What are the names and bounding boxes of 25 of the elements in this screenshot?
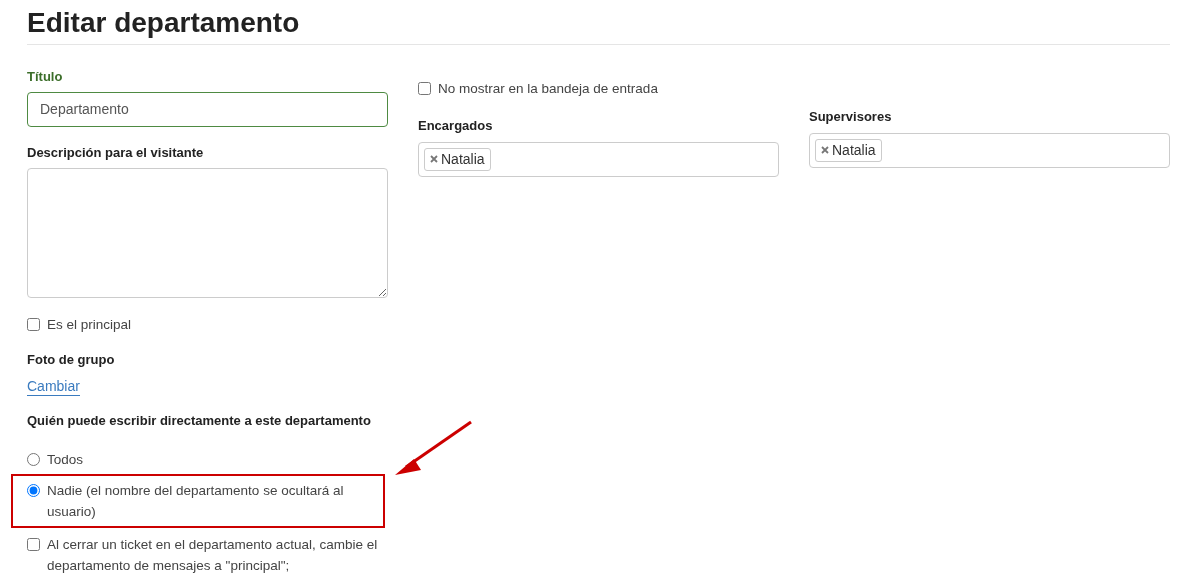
page-title: Editar departamento [27, 6, 1170, 45]
field-label: Foto de grupo [27, 350, 115, 369]
checkbox[interactable] [418, 81, 431, 95]
checkbox-label: Al cerrar un ticket en el departamento actual, cambie el departamento de mensajes a "principal"; [46, 535, 379, 575]
field-label: Supervisores [809, 107, 892, 126]
field-label: Quién puede escribir directamente a este departamento [27, 411, 371, 430]
tag-input[interactable]: Natalia [809, 132, 1170, 168]
radio-label: Todos [46, 450, 84, 469]
field-label: Descripción para el visitante [27, 143, 204, 162]
change-link[interactable]: Cambiar [27, 376, 80, 396]
tag-input[interactable]: Natalia [418, 141, 779, 177]
radio-button[interactable] [27, 483, 40, 497]
checkbox[interactable] [27, 537, 40, 551]
checkbox[interactable] [27, 317, 40, 331]
checkbox-label: Es el principal [46, 315, 132, 334]
tag[interactable]: Natalia [424, 147, 491, 171]
remove-icon[interactable] [430, 155, 438, 164]
tag[interactable]: Natalia [815, 138, 882, 162]
field-label: Título [27, 67, 63, 86]
checkbox-label: No mostrar en la bandeja de entrada [437, 79, 658, 98]
field-label: Encargados [418, 116, 493, 135]
radio-label: Nadie (el nombre del departamento se ocultará al usuario) [46, 481, 345, 521]
radio-button[interactable] [27, 452, 40, 466]
remove-icon[interactable] [821, 146, 829, 155]
title-input[interactable]: Departamento [27, 91, 388, 127]
